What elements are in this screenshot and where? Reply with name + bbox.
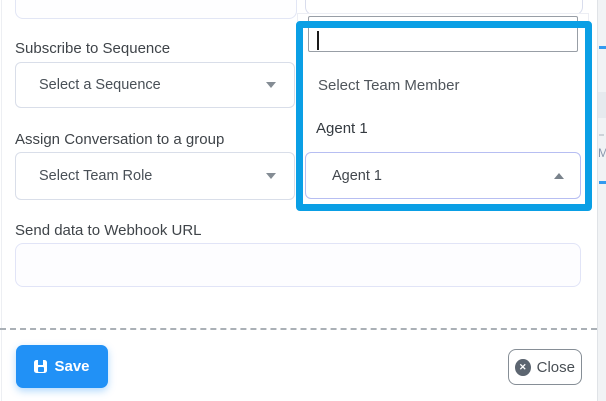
save-button-label: Save [54,358,89,375]
webhook-url-input[interactable] [15,243,581,287]
webhook-label: Send data to Webhook URL [15,222,202,239]
caret-down-icon [266,173,276,179]
save-button[interactable]: Save [16,345,108,388]
background-text-fragment [599,134,604,136]
background-block-fragment [598,92,606,118]
background-link-fragment [599,46,606,49]
team-member-search-input[interactable] [308,16,578,52]
assignment-settings-modal: M Subscribe to Sequence Select a Sequenc… [0,0,606,401]
group-select-value: Select Team Role [39,168,152,184]
caret-up-icon [554,173,564,179]
sequence-select[interactable]: Select a Sequence [15,62,295,108]
modal-left-edge [1,0,2,401]
sequence-label: Subscribe to Sequence [15,40,170,57]
dropdown-option-select-team-member[interactable]: Select Team Member [318,77,459,94]
close-circle-x-icon: ✕ [515,359,531,376]
group-label: Assign Conversation to a group [15,131,224,148]
background-page-sliver [597,0,606,401]
close-button[interactable]: ✕ Close [508,349,582,385]
sequence-select-value: Select a Sequence [39,77,161,93]
caret-down-icon [266,82,276,88]
team-member-select[interactable]: Agent 1 [305,152,581,199]
close-button-label: Close [537,359,575,376]
save-icon [34,360,47,373]
background-link-fragment-2 [599,181,606,184]
footer-divider [0,328,597,330]
top-partial-input-left[interactable] [15,0,297,19]
team-member-select-value: Agent 1 [332,168,382,184]
dropdown-option-agent-1[interactable]: Agent 1 [316,120,368,137]
group-select[interactable]: Select Team Role [15,152,295,200]
background-letter-fragment: M [598,146,606,160]
text-cursor [317,31,319,50]
